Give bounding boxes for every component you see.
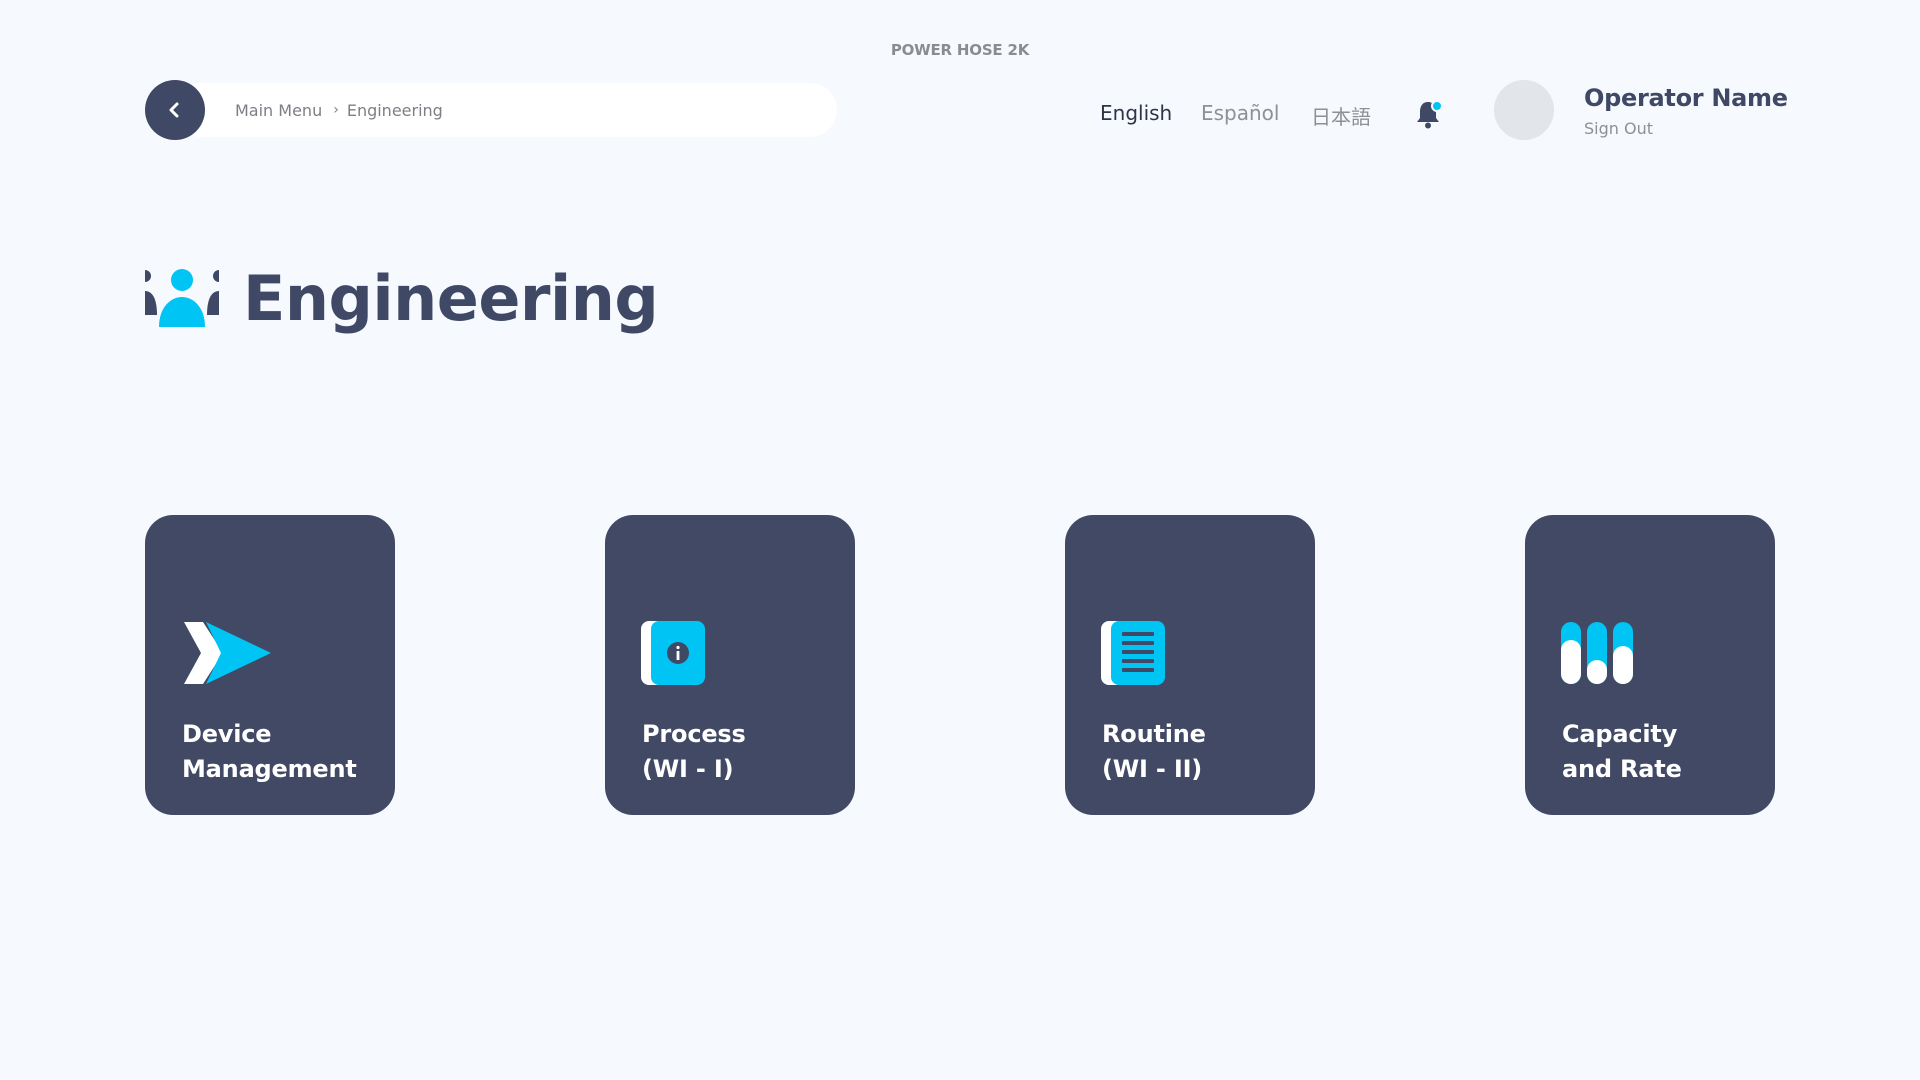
page-title: Engineering	[243, 262, 659, 335]
card-routine-wi-2[interactable]: Routine (WI - II)	[1065, 515, 1315, 815]
breadcrumb-item-engineering: Engineering	[346, 100, 443, 120]
card-process-wi-1[interactable]: Process (WI - I)	[605, 515, 855, 815]
breadcrumb-separator: ›	[333, 102, 339, 118]
back-button[interactable]	[145, 80, 205, 140]
chevron-left-icon	[169, 102, 179, 118]
info-book-icon	[641, 621, 705, 685]
user-name: Operator Name	[1584, 84, 1788, 112]
team-icon	[145, 268, 219, 327]
card-label: Device Management	[182, 720, 357, 783]
card-label: Capacity and Rate	[1562, 720, 1682, 783]
sign-out-link[interactable]: Sign Out	[1584, 119, 1653, 138]
app-title: POWER HOSE 2K	[890, 41, 1030, 59]
language-espanol[interactable]: Español	[1201, 101, 1279, 125]
page-header: Engineering	[145, 262, 659, 335]
card-capacity-and-rate[interactable]: Capacity and Rate	[1525, 515, 1775, 815]
breadcrumb: Main Menu › Engineering	[175, 83, 837, 137]
double-arrow-icon	[184, 622, 271, 684]
bell-icon	[1417, 100, 1443, 129]
card-device-management[interactable]: Device Management	[145, 515, 395, 815]
avatar[interactable]	[1494, 80, 1554, 140]
sliders-icon	[1561, 622, 1633, 684]
breadcrumb-item-main-menu[interactable]: Main Menu	[235, 101, 322, 120]
card-label: Routine (WI - II)	[1102, 720, 1206, 783]
language-japanese[interactable]: 日本語	[1311, 101, 1371, 130]
language-english[interactable]: English	[1100, 101, 1172, 125]
list-book-icon	[1101, 621, 1165, 685]
notification-button[interactable]	[1414, 98, 1444, 130]
card-label: Process (WI - I)	[642, 720, 746, 783]
